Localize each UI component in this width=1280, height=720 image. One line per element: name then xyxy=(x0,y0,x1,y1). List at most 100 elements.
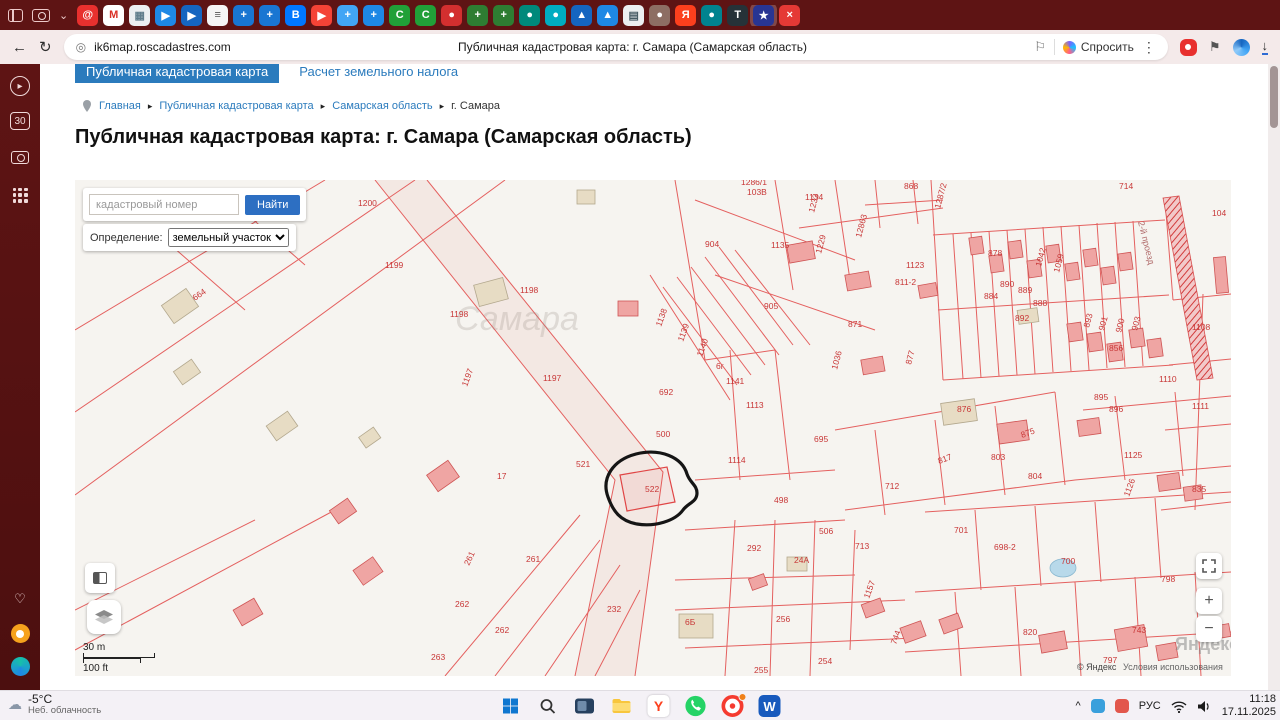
yandex-app-button[interactable]: Y xyxy=(647,694,671,718)
definition-select[interactable]: земельный участок xyxy=(168,228,289,247)
tray-app-icon-2[interactable] xyxy=(1115,699,1129,713)
browser-tab[interactable]: ▦ xyxy=(129,5,150,26)
browser-tab[interactable]: С xyxy=(389,5,410,26)
parcel-label: 1199 xyxy=(385,260,404,270)
browser-tab[interactable]: + xyxy=(467,5,488,26)
volume-icon[interactable] xyxy=(1197,700,1212,713)
parcel-label: 712 xyxy=(885,481,899,491)
search-button[interactable] xyxy=(536,694,560,718)
clock[interactable]: 11:18 17.11.2025 xyxy=(1222,693,1276,719)
browser-app-button[interactable] xyxy=(721,694,745,718)
widgets-button[interactable] xyxy=(573,694,597,718)
map-canvas[interactable]: Самара 2-й проезд 1200119911981198119711… xyxy=(75,180,1231,676)
bookmark-flag-icon[interactable]: ⚐ xyxy=(1034,39,1046,55)
layers-button[interactable] xyxy=(87,600,121,634)
map-buildings-pink xyxy=(233,236,1231,660)
browser-tab[interactable]: B xyxy=(285,5,306,26)
parcel-label: 506 xyxy=(819,526,833,536)
find-button[interactable]: Найти xyxy=(245,195,300,215)
explorer-button[interactable] xyxy=(610,694,634,718)
wifi-icon[interactable] xyxy=(1171,700,1187,713)
address-bar[interactable]: ◎ ik6map.roscadastres.com Публичная када… xyxy=(64,34,1168,60)
browser-tab[interactable]: ▶ xyxy=(181,5,202,26)
fullscreen-button[interactable] xyxy=(1196,553,1222,579)
play-icon[interactable]: ▸ xyxy=(10,76,30,96)
apps-grid-icon[interactable] xyxy=(9,184,31,206)
browser-tab[interactable]: ▤ xyxy=(623,5,644,26)
scrollbar-thumb[interactable] xyxy=(1270,66,1278,128)
screenshot-icon[interactable] xyxy=(32,9,50,22)
browser-tab[interactable]: + xyxy=(363,5,384,26)
browser-tab[interactable]: ≡ xyxy=(207,5,228,26)
browser-tab[interactable]: Я xyxy=(675,5,696,26)
browser-tab[interactable]: × xyxy=(779,5,800,26)
parcel-label: 1286/1 xyxy=(741,180,767,187)
browser-tab[interactable]: ▲ xyxy=(571,5,592,26)
zoom-out-button[interactable]: − xyxy=(1196,616,1222,642)
whatsapp-button[interactable] xyxy=(684,694,708,718)
browser-tab[interactable]: + xyxy=(337,5,358,26)
ask-alice-button[interactable]: Спросить xyxy=(1063,40,1134,54)
tab-land-tax[interactable]: Расчет земельного налога xyxy=(299,64,458,79)
browser-tab[interactable]: ▲ xyxy=(597,5,618,26)
browser-tab[interactable]: ● xyxy=(649,5,670,26)
adblock-extension-icon[interactable] xyxy=(1180,39,1197,56)
zoom-in-button[interactable]: + xyxy=(1196,588,1222,614)
site-info-icon[interactable]: ◎ xyxy=(76,40,86,54)
browser-tab[interactable]: С xyxy=(415,5,436,26)
alice-icon xyxy=(1063,41,1076,54)
parcel-label: 1113 xyxy=(746,400,764,410)
music-service-icon[interactable] xyxy=(11,624,30,643)
refresh-button[interactable]: ↻ xyxy=(39,40,52,55)
omnibox-menu-icon[interactable]: ⋮ xyxy=(1142,39,1156,56)
tray-app-icon[interactable] xyxy=(1091,699,1105,713)
downloads-icon[interactable]: ↓ xyxy=(1262,39,1269,55)
parcel-label: 890 xyxy=(1000,279,1014,289)
parcel-label: 500 xyxy=(656,429,670,439)
definition-filter: Определение: земельный участок xyxy=(83,224,296,251)
service-icon[interactable] xyxy=(11,657,30,676)
word-app-button[interactable]: W xyxy=(758,694,782,718)
breadcrumb-home[interactable]: Главная xyxy=(99,100,141,112)
browser-tab[interactable]: ● xyxy=(545,5,566,26)
browser-tab[interactable]: ● xyxy=(701,5,722,26)
parcel-label: 1157 xyxy=(861,579,877,600)
location-pin-icon xyxy=(82,100,92,112)
browser-tab[interactable]: ★ xyxy=(753,5,774,26)
parcel-label: 1200 xyxy=(358,198,377,208)
browser-tab[interactable]: @ xyxy=(77,5,98,26)
tab-counter[interactable]: 30 xyxy=(10,112,30,130)
tray-chevron-icon[interactable]: ^ xyxy=(1076,700,1081,712)
browser-tab[interactable]: ▶ xyxy=(155,5,176,26)
favorites-heart-icon[interactable]: ♡ xyxy=(9,588,31,610)
tab-cadastral-map[interactable]: Публичная кадастровая карта xyxy=(75,64,279,83)
legend-button[interactable] xyxy=(85,563,115,593)
terms-link[interactable]: Условия использования xyxy=(1123,662,1223,672)
breadcrumb-region[interactable]: Самарская область xyxy=(332,100,432,112)
browser-tab[interactable]: ● xyxy=(441,5,462,26)
parcel-label: 521 xyxy=(576,459,590,469)
back-button[interactable]: ← xyxy=(12,40,27,55)
start-button[interactable] xyxy=(499,694,523,718)
windows-logo-icon xyxy=(501,696,521,716)
tag-extension-icon[interactable]: ⚑ xyxy=(1209,39,1221,55)
browser-tab[interactable]: + xyxy=(259,5,280,26)
browser-tab[interactable]: + xyxy=(233,5,254,26)
weather-widget[interactable]: ☁ -5°C Неб. облачность xyxy=(8,693,101,717)
sidebar-toggle-icon[interactable] xyxy=(8,9,23,22)
browser-tab[interactable]: + xyxy=(493,5,514,26)
browser-tab[interactable]: ▶ xyxy=(311,5,332,26)
extension-icon[interactable] xyxy=(1233,39,1250,56)
parcel-label: 1108 xyxy=(1192,322,1211,332)
breadcrumb-separator: ▸ xyxy=(321,101,326,112)
language-indicator[interactable]: РУС xyxy=(1139,700,1161,712)
breadcrumb-map[interactable]: Публичная кадастровая карта xyxy=(159,100,313,112)
camera-icon[interactable] xyxy=(9,146,31,168)
browser-tab[interactable]: ● xyxy=(519,5,540,26)
browser-tab[interactable]: M xyxy=(103,5,124,26)
map-container[interactable]: Самара 2-й проезд 1200119911981198119711… xyxy=(75,180,1231,676)
browser-tab[interactable]: Т xyxy=(727,5,748,26)
page-scrollbar[interactable] xyxy=(1268,64,1280,690)
cadastral-number-input[interactable] xyxy=(89,194,239,215)
tab-list-chevron-icon[interactable]: ⌄ xyxy=(59,9,68,22)
